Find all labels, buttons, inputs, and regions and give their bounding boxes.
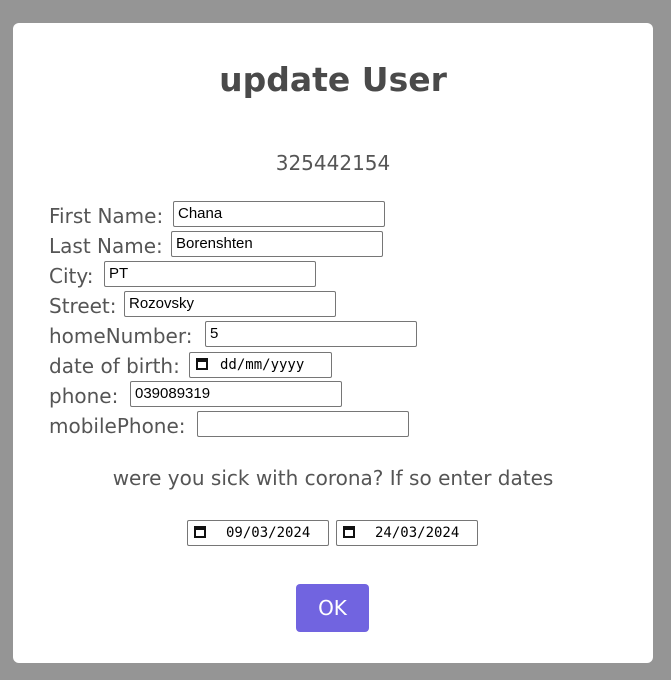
first-name-label: First Name: bbox=[49, 204, 164, 228]
street-label: Street: bbox=[49, 294, 117, 318]
home-number-label: homeNumber: bbox=[49, 324, 193, 348]
corona-to-date-input[interactable]: 24/03/2024 bbox=[336, 520, 478, 546]
last-name-input[interactable]: Borenshten bbox=[171, 231, 383, 257]
phone-label: phone: bbox=[49, 384, 119, 408]
mobile-phone-input[interactable] bbox=[197, 411, 409, 437]
user-id: 325442154 bbox=[275, 151, 391, 175]
dialog-title: update User bbox=[219, 60, 447, 99]
corona-question: were you sick with corona? If so enter d… bbox=[112, 466, 554, 490]
corona-to-date-value: 24/03/2024 bbox=[375, 525, 460, 541]
calendar-icon[interactable] bbox=[194, 526, 206, 538]
update-user-dialog: update User 325442154 First Name: Chana … bbox=[13, 23, 653, 663]
corona-from-date-value: 09/03/2024 bbox=[226, 525, 311, 541]
ok-button[interactable]: OK bbox=[296, 584, 369, 632]
street-input[interactable]: Rozovsky bbox=[124, 291, 336, 317]
corona-from-date-input[interactable]: 09/03/2024 bbox=[187, 520, 329, 546]
date-of-birth-label: date of birth: bbox=[49, 354, 180, 378]
city-input[interactable]: PT bbox=[104, 261, 316, 287]
mobile-phone-label: mobilePhone: bbox=[49, 414, 186, 438]
city-label: City: bbox=[49, 264, 94, 288]
date-of-birth-placeholder: dd/mm/yyyy bbox=[220, 357, 305, 373]
first-name-input[interactable]: Chana bbox=[173, 201, 385, 227]
calendar-icon[interactable] bbox=[343, 526, 355, 538]
date-of-birth-input[interactable]: dd/mm/yyyy bbox=[189, 352, 332, 378]
last-name-label: Last Name: bbox=[49, 234, 163, 258]
home-number-input[interactable]: 5 bbox=[205, 321, 417, 347]
phone-input[interactable]: 039089319 bbox=[130, 381, 342, 407]
calendar-icon[interactable] bbox=[196, 358, 208, 370]
